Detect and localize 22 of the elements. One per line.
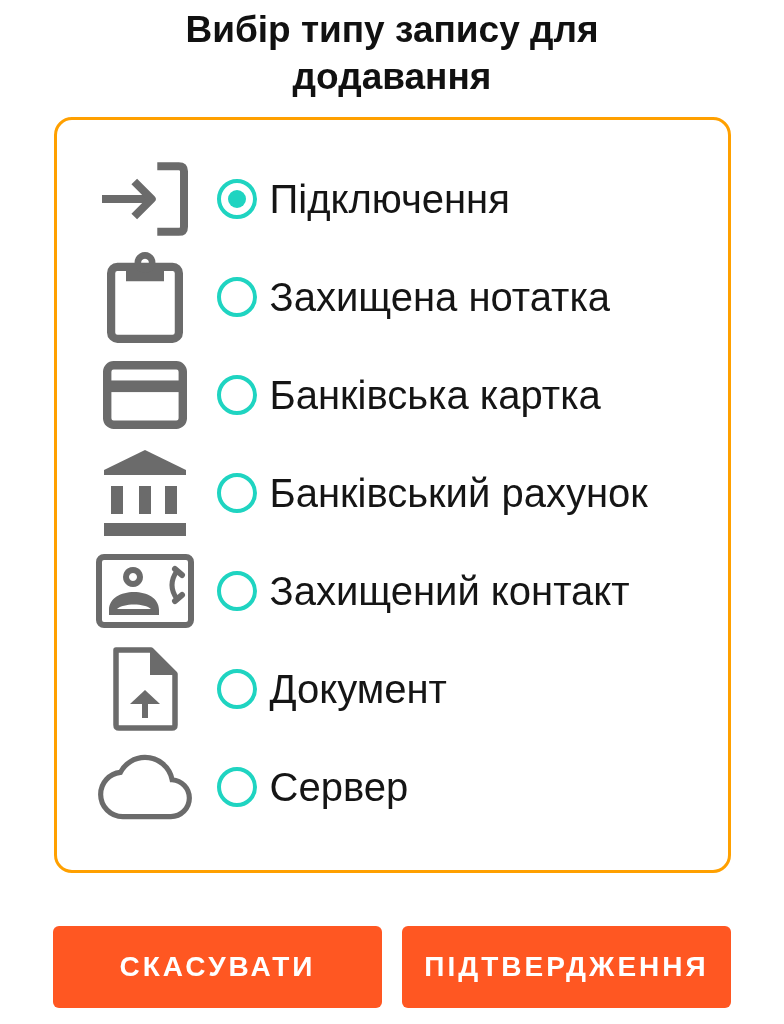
option-label[interactable]: Захищена нотатка <box>269 273 611 321</box>
option-label[interactable]: Банківська картка <box>269 371 601 419</box>
option-label[interactable]: Банківський рахунок <box>269 469 648 517</box>
clipboard-icon <box>106 251 183 343</box>
cloud-icon <box>95 753 194 821</box>
radio-button[interactable] <box>216 571 257 611</box>
radio-button[interactable] <box>216 179 257 219</box>
option-label[interactable]: Підключення <box>269 175 510 223</box>
radio-button[interactable] <box>216 669 257 709</box>
radio-button[interactable] <box>216 767 257 807</box>
option-label[interactable]: Захищений контакт <box>269 567 630 615</box>
option-label[interactable]: Сервер <box>269 763 409 811</box>
credit-card-icon <box>102 361 187 429</box>
radio-button[interactable] <box>216 375 257 415</box>
dialog-title: Вибір типу запису для додавання <box>184 8 600 99</box>
contact-card-icon <box>95 554 194 628</box>
bank-icon <box>103 450 186 536</box>
sign-in-icon <box>101 162 188 236</box>
radio-button[interactable] <box>216 277 257 317</box>
option-label[interactable]: Документ <box>269 665 447 713</box>
radio-button[interactable] <box>216 473 257 513</box>
document-upload-icon <box>110 647 179 731</box>
